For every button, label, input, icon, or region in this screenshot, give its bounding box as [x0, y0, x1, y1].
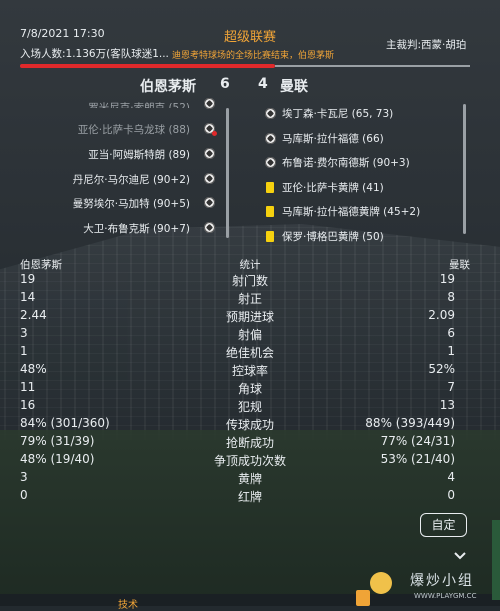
stat-row: 3 射偏 6: [0, 326, 500, 344]
match-summary: 迪恩考特球场的全场比赛结束，伯恩茅斯: [172, 51, 335, 61]
home-event: 曼努埃尔·马加特 (90+5): [72, 198, 190, 210]
attendance: 入场人数:1.136万(客队球迷1...: [20, 48, 169, 60]
stat-away-value: 19: [439, 272, 455, 286]
stat-row: 0 红牌 0: [0, 488, 500, 506]
away-event: 马库斯·拉什福德 (66): [282, 133, 384, 145]
stat-away-value: 52%: [428, 362, 455, 376]
away-event: 马库斯·拉什福德黄牌 (45+2): [282, 206, 421, 218]
home-event: 丹尼尔·马尔迪尼 (90+2): [72, 174, 190, 186]
away-team-name: 曼联: [280, 79, 308, 95]
away-events-scrollbar[interactable]: [463, 104, 466, 234]
stat-row: 2.44 预期进球 2.09: [0, 308, 500, 326]
stat-name: 射门数: [231, 274, 268, 288]
home-event: 大卫·布鲁克斯 (90+7): [83, 223, 190, 235]
stat-away-value: 0: [447, 488, 455, 502]
stat-name: 控球率: [231, 364, 268, 378]
yellow-card-icon: [266, 206, 274, 217]
stat-away-value: 4: [447, 470, 455, 484]
home-goals: 6: [220, 76, 230, 92]
stat-row: 48% (19/40) 争顶成功次数 53% (21/40): [0, 452, 500, 470]
watermark: 爆炒小组 WWW.PLAYGM.CC: [370, 566, 500, 606]
stat-away-value: 8: [447, 290, 455, 304]
stat-away-value: 53% (21/40): [380, 452, 455, 466]
stat-name: 预期进球: [225, 310, 274, 324]
watermark-logo-icon: [370, 572, 392, 594]
stat-row: 19 射门数 19: [0, 272, 500, 290]
stat-row: 84% (301/360) 传球成功 88% (393/449): [0, 416, 500, 434]
ball-icon: [204, 148, 215, 159]
stat-away-value: 88% (393/449): [365, 416, 455, 430]
stat-name: 射偏: [237, 328, 262, 342]
yellow-card-icon: [266, 231, 274, 242]
stat-name: 犯规: [237, 400, 262, 414]
ball-icon: [265, 133, 276, 144]
bottom-tab-icon: [356, 590, 370, 606]
stat-name: 黄牌: [237, 472, 262, 486]
stat-away-value: 7: [447, 380, 455, 394]
stat-row: 1 绝佳机会 1: [0, 344, 500, 362]
stat-name: 绝佳机会: [225, 346, 274, 360]
home-team-name: 伯恩茅斯: [140, 79, 196, 95]
stat-away-value: 2.09: [428, 308, 455, 322]
bottom-tab-label[interactable]: 技术: [118, 596, 138, 611]
ball-icon: [204, 173, 215, 184]
home-events-scrollbar[interactable]: [226, 108, 229, 238]
home-event: 亚当·阿姆斯特朗 (89): [88, 149, 190, 161]
ball-icon: [204, 222, 215, 233]
away-event: 亚伦·比萨卡黄牌 (41): [282, 182, 384, 194]
away-goals: 4: [258, 76, 268, 92]
home-event: 亚伦·比萨卡乌龙球 (88): [77, 124, 190, 136]
watermark-title: 爆炒小组: [410, 573, 474, 589]
stat-row: 16 犯规 13: [0, 398, 500, 416]
ball-icon: [204, 197, 215, 208]
chevron-down-icon[interactable]: [453, 551, 467, 561]
own-goal-ball-icon: [204, 123, 217, 136]
away-event: 埃丁森·卡瓦尼 (65, 73): [282, 108, 394, 120]
stat-row: 14 射正 8: [0, 290, 500, 308]
stat-away-value: 1: [447, 344, 455, 358]
stat-away-value: 13: [439, 398, 455, 412]
stat-row: 48% 控球率 52%: [0, 362, 500, 380]
stat-away-value: 77% (24/31): [380, 434, 455, 448]
home-event: 罗米尼克·索朗克 (52): [88, 102, 190, 108]
stats-away-label: 曼联: [449, 259, 470, 271]
stat-row: 11 角球 7: [0, 380, 500, 398]
stat-name: 红牌: [237, 490, 262, 504]
away-event: 布鲁诺·费尔南德斯 (90+3): [282, 157, 410, 169]
stat-name: 射正: [237, 292, 262, 306]
stats-center-label: 统计: [239, 259, 261, 271]
ball-icon: [265, 108, 276, 119]
referee: 主裁判:西蒙·胡珀: [386, 39, 467, 51]
yellow-card-icon: [266, 182, 274, 193]
stat-name: 角球: [237, 382, 262, 396]
stat-row: 79% (31/39) 抢断成功 77% (24/31): [0, 434, 500, 452]
away-possession-bar: [275, 65, 470, 67]
home-possession-bar: [20, 64, 275, 68]
stat-away-value: 6: [447, 326, 455, 340]
customize-button[interactable]: 自定: [420, 513, 467, 537]
watermark-url: WWW.PLAYGM.CC: [414, 592, 477, 600]
ball-icon: [265, 157, 276, 168]
ball-icon: [204, 98, 215, 109]
away-event: 保罗·博格巴黄牌 (50): [282, 231, 384, 243]
stat-row: 3 黄牌 4: [0, 470, 500, 488]
